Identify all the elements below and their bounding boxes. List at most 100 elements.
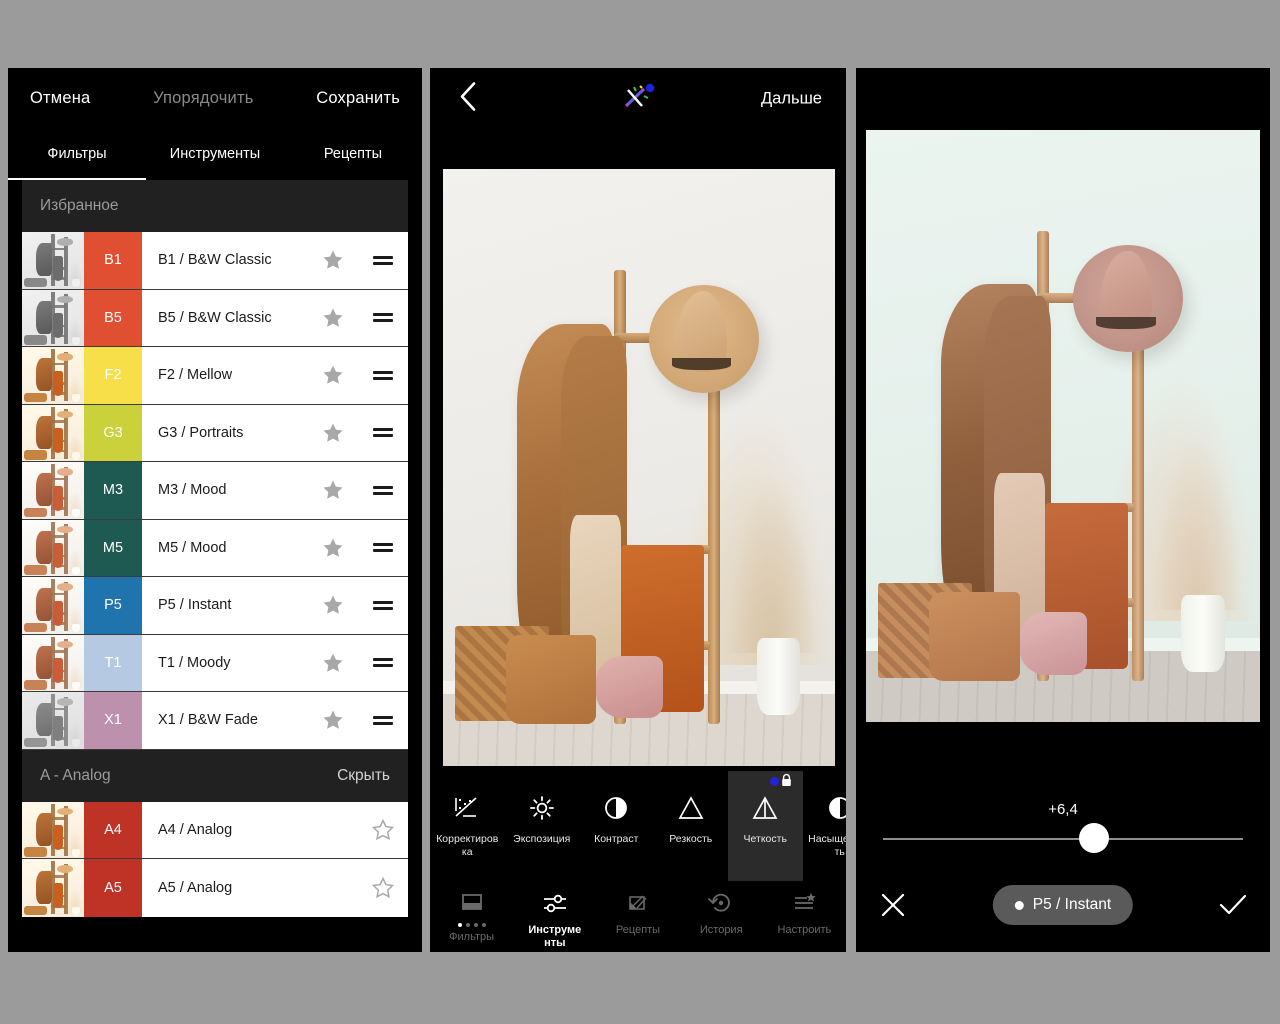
filter-name: M5 / Mood [158,539,227,556]
favorite-star-icon[interactable] [308,405,358,462]
editor-photo-preview[interactable] [443,169,835,766]
favorite-star-icon[interactable] [308,692,358,749]
tab-label: Инструменты [169,146,261,162]
tool-brightness[interactable]: Экспозиция [505,771,580,881]
preset-dot-icon [1014,900,1024,910]
drag-handle-icon[interactable] [358,520,408,577]
filter-code-badge: X1 [84,692,142,749]
new-badge-dot-icon [769,777,779,786]
preset-label: P5 / Instant [1032,896,1112,913]
filter-row[interactable]: P5 P5 / Instant [22,577,408,635]
tool-strip[interactable]: Корректиров ка Экспозиция Контраст Резкость… [430,771,846,881]
preset-preview-panel: +6,4 P5 / Instant [856,68,1270,952]
filter-row[interactable]: A5 A5 / Analog [22,859,408,917]
favorite-star-icon[interactable] [308,290,358,347]
drag-handle-icon[interactable] [358,692,408,749]
filter-thumbnail-wrap [22,692,84,749]
favorite-star-icon[interactable] [308,232,358,289]
recipes-icon [624,888,652,920]
filter-thumbnail-wrap [22,404,84,461]
nav-label: Настроить [777,924,832,936]
filter-row[interactable]: B1 B1 / B&W Classic [22,232,408,290]
filter-row[interactable]: B5 B5 / B&W Classic [22,289,408,347]
drag-handle-icon[interactable] [358,635,408,692]
filter-name: X1 / B&W Fade [158,712,258,729]
history-icon [707,888,735,920]
filter-section-header[interactable]: A - Analog Скрыть [22,749,408,802]
check-icon[interactable] [1210,882,1256,928]
nav-label: Инструме нты [528,924,582,949]
filter-row[interactable]: M3 M3 / Mood [22,462,408,520]
drag-handle-icon[interactable] [358,347,408,404]
tool-label: Корректиров ка [436,833,499,859]
adjustment-slider-track[interactable] [883,838,1243,840]
organize-button[interactable]: Упорядочить [153,89,253,108]
filter-thumbnail [22,577,84,634]
drag-handle-icon[interactable] [358,232,408,289]
filter-thumbnail [22,347,84,404]
tab-recipes[interactable]: Рецепты [284,128,422,180]
drag-handle-icon[interactable] [358,462,408,519]
nav-tools[interactable]: Инструме нты [513,888,596,949]
brightness-icon [527,791,557,825]
preset-photo-preview[interactable] [866,130,1260,722]
close-icon[interactable] [870,882,916,928]
filter-name: F2 / Mellow [158,367,233,384]
nav-filters[interactable]: Фильтры [430,888,513,944]
tab-filters[interactable]: Фильтры [8,128,146,180]
hide-section-button[interactable]: Скрыть [337,767,390,785]
favorite-star-icon[interactable] [308,347,358,404]
filter-code-badge: M3 [84,462,142,519]
back-chevron-icon[interactable] [458,81,478,118]
favorite-star-icon[interactable] [308,635,358,692]
nav-recipes[interactable]: Рецепты [596,888,679,937]
drag-handle-icon[interactable] [358,290,408,347]
screenshot-stage: Отмена Упорядочить Сохранить Фильтры Инст… [0,0,1280,1024]
favorite-star-icon[interactable] [358,802,408,859]
nav-label: Фильтры [449,931,495,943]
filter-code-badge: A4 [84,801,142,858]
filter-sections: Избранное B1 B1 / B&W Classic B5 B5 / B&W Cl… [8,180,422,917]
filter-section-title: Избранное [40,197,119,214]
filter-row[interactable]: G3 G3 / Portraits [22,404,408,462]
favorite-star-icon[interactable] [308,520,358,577]
filter-code-badge: F2 [84,347,142,404]
tool-contrast[interactable]: Контраст [579,771,654,881]
photo-artwork-filtered [866,130,1260,722]
next-button[interactable]: Дальше [761,90,822,109]
filter-thumbnail [22,801,84,858]
nav-adjust[interactable]: Настроить [763,888,846,937]
favorite-star-icon[interactable] [308,462,358,519]
preset-badge[interactable]: P5 / Instant [992,885,1134,925]
cancel-button[interactable]: Отмена [30,89,90,108]
filter-row[interactable]: A4 A4 / Analog [22,801,408,859]
filter-section-header[interactable]: Избранное [22,180,408,232]
save-button[interactable]: Сохранить [316,89,400,108]
drag-handle-icon[interactable] [358,405,408,462]
filter-row[interactable]: M5 M5 / Mood [22,519,408,577]
tool-structure[interactable]: Четкость [728,771,803,881]
drag-handle-icon[interactable] [358,577,408,634]
saturation-icon [825,791,846,825]
filter-thumbnail [22,289,84,346]
filter-row[interactable]: T1 T1 / Moody [22,634,408,692]
filter-code-badge: T1 [84,634,142,691]
favorite-star-icon[interactable] [358,859,408,917]
structure-icon [750,791,780,825]
tool-triangle[interactable]: Резкость [654,771,729,881]
tool-label: Насыщеннос ть [808,833,846,859]
nav-history[interactable]: История [680,888,763,937]
filter-row[interactable]: X1 X1 / B&W Fade [22,692,408,750]
tool-tune-image[interactable]: Корректиров ка [430,771,505,881]
tab-label: Рецепты [323,146,383,162]
filter-thumbnail [22,462,84,519]
favorite-star-icon[interactable] [308,577,358,634]
tab-tools[interactable]: Инструменты [146,128,284,180]
filter-thumbnail-wrap [22,289,84,346]
filter-row[interactable]: F2 F2 / Mellow [22,347,408,405]
sliders-icon [541,888,569,920]
adjustment-slider-knob[interactable] [1079,823,1110,853]
tool-saturation[interactable]: Насыщеннос ть [803,771,846,881]
page-dots [457,923,486,927]
filter-name: A4 / Analog [158,821,233,838]
